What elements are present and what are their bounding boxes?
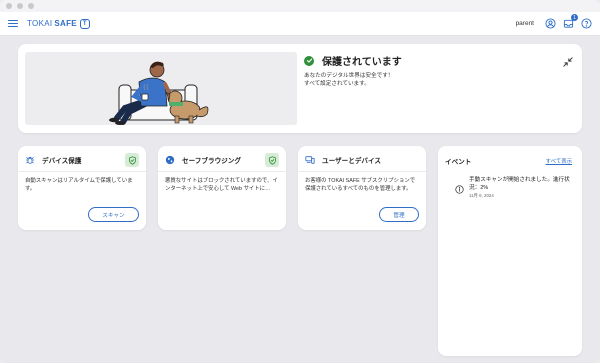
event-item[interactable]: 手動スキャンが開始されました。進行状況：2% 11月 6, 2024	[455, 176, 576, 199]
account-icon[interactable]	[545, 18, 556, 29]
event-timestamp: 11月 6, 2024	[469, 193, 494, 198]
event-message: 手動スキャンが開始されました。進行状況：2%	[469, 177, 570, 191]
maximize-window-button[interactable]	[28, 3, 34, 9]
users-and-devices-card: ユーザーとデバイス お客様の TOKAI SAFE サブスクリプションで保護され…	[298, 146, 426, 230]
shield-check-icon	[125, 153, 139, 167]
status-heading: 保護されています	[304, 53, 402, 68]
check-circle-icon	[304, 55, 314, 66]
info-icon	[455, 181, 464, 194]
logo-text-bold: SAFE	[54, 19, 77, 28]
card-description: お客様の TOKAI SAFE サブスクリプションで保護されているすべてのものを…	[305, 178, 416, 192]
person-with-dog-illustration	[25, 52, 297, 125]
divider	[298, 171, 426, 172]
card-title: セーフブラウジング	[182, 158, 241, 165]
logo-shield-icon: T	[79, 18, 90, 29]
menu-icon[interactable]	[8, 19, 18, 28]
status-line: すべて設定されています。	[304, 81, 370, 87]
header-actions: parent 1	[515, 14, 592, 29]
help-icon[interactable]	[581, 18, 592, 29]
app-window: TOKAI SAFE T parent 1 保護されています あなたのデジタル世…	[0, 0, 600, 363]
card-description: 悪質なサイトはブロックされていますので、インターネット上で安心して Web サイ…	[165, 178, 278, 192]
scan-button[interactable]: スキャン	[88, 207, 139, 222]
globe-icon	[165, 155, 175, 165]
status-description: あなたのデジタル世界は安全です！ すべて設定されています。	[304, 72, 504, 88]
divider	[158, 171, 286, 172]
protection-status-panel: 保護されています あなたのデジタル世界は安全です！ すべて設定されています。	[18, 44, 582, 133]
status-title: 保護されています	[322, 57, 402, 68]
shield-check-icon	[265, 153, 279, 167]
user-name: parent	[515, 20, 534, 27]
card-title: ユーザーとデバイス	[322, 158, 382, 165]
collapse-icon[interactable]	[563, 54, 573, 67]
window-titlebar	[0, 0, 600, 12]
safe-browsing-card: セーフブラウジング 悪質なサイトはブロックされていますので、インターネット上で安…	[158, 146, 286, 230]
status-line: あなたのデジタル世界は安全です！	[304, 73, 394, 79]
bug-icon	[25, 155, 35, 165]
notifications-icon[interactable]: 1	[563, 14, 578, 29]
devices-icon	[305, 155, 315, 165]
manage-button[interactable]: 管理	[379, 207, 419, 222]
card-title: デバイス保護	[42, 158, 82, 165]
close-window-button[interactable]	[6, 3, 12, 9]
device-protection-card: デバイス保護 自動スキャンはリアルタイムで保護しています。 スキャン	[18, 146, 146, 230]
logo-text-light: TOKAI	[27, 19, 53, 28]
top-bar: TOKAI SAFE T parent 1	[0, 12, 600, 36]
divider	[18, 171, 146, 172]
events-title: イベント	[445, 159, 472, 166]
card-description: 自動スキャンはリアルタイムで保護しています。	[25, 178, 133, 192]
minimize-window-button[interactable]	[17, 3, 23, 9]
see-all-link[interactable]: すべて表示	[546, 157, 572, 165]
events-panel: イベント すべて表示 手動スキャンが開始されました。進行状況：2% 11月 6,…	[438, 146, 582, 356]
notification-count-badge: 1	[571, 14, 578, 21]
app-logo: TOKAI SAFE T	[27, 18, 90, 29]
